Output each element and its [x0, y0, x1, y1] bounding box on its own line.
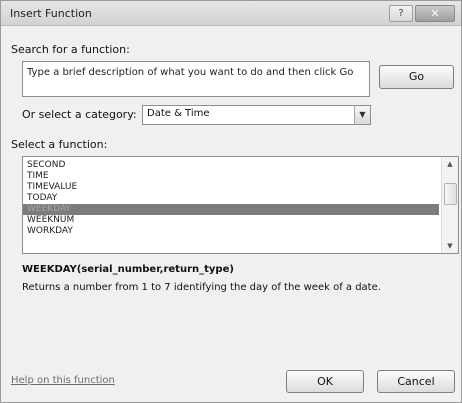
function-item-weekday[interactable]: WEEKDAY: [23, 204, 439, 215]
function-item-time[interactable]: TIME: [23, 171, 439, 182]
category-select[interactable]: Date & Time ▼: [142, 105, 371, 125]
function-list-label: Select a function:: [11, 138, 108, 151]
cancel-button[interactable]: Cancel: [377, 370, 455, 393]
scroll-thumb[interactable]: [444, 183, 457, 205]
function-item-timevalue[interactable]: TIMEVALUE: [23, 182, 439, 193]
close-button[interactable]: ✕: [415, 5, 455, 22]
search-input-text: Type a brief description of what you wan…: [27, 67, 354, 78]
category-label: Or select a category:: [22, 108, 137, 121]
scroll-down-arrow-icon[interactable]: ▼: [442, 239, 458, 253]
help-title-button[interactable]: ?: [389, 5, 413, 22]
scroll-up-arrow-icon[interactable]: ▲: [442, 157, 458, 171]
window-title: Insert Function: [10, 7, 92, 20]
function-item-today[interactable]: TODAY: [23, 193, 439, 204]
function-description: Returns a number from 1 to 7 identifying…: [22, 282, 381, 293]
chevron-down-icon[interactable]: ▼: [354, 106, 370, 124]
category-selected-value: Date & Time: [147, 108, 210, 119]
function-list[interactable]: SECOND TIME TIMEVALUE TODAY WEEKDAY WEEK…: [22, 156, 459, 254]
insert-function-dialog: Insert Function ? ✕ Search for a functio…: [0, 0, 462, 403]
function-item-workday[interactable]: WORKDAY: [23, 226, 439, 237]
function-item-weeknum[interactable]: WEEKNUM: [23, 215, 439, 226]
function-list-scrollbar[interactable]: ▲ ▼: [441, 157, 458, 253]
go-button[interactable]: Go: [379, 65, 454, 89]
ok-button[interactable]: OK: [286, 370, 364, 393]
help-on-function-link[interactable]: Help on this function: [11, 375, 115, 386]
function-signature: WEEKDAY(serial_number,return_type): [22, 264, 234, 275]
title-bar: Insert Function ? ✕: [1, 1, 461, 26]
search-label: Search for a function:: [11, 43, 130, 56]
search-input[interactable]: Type a brief description of what you wan…: [22, 61, 370, 97]
function-item-second[interactable]: SECOND: [23, 160, 439, 171]
